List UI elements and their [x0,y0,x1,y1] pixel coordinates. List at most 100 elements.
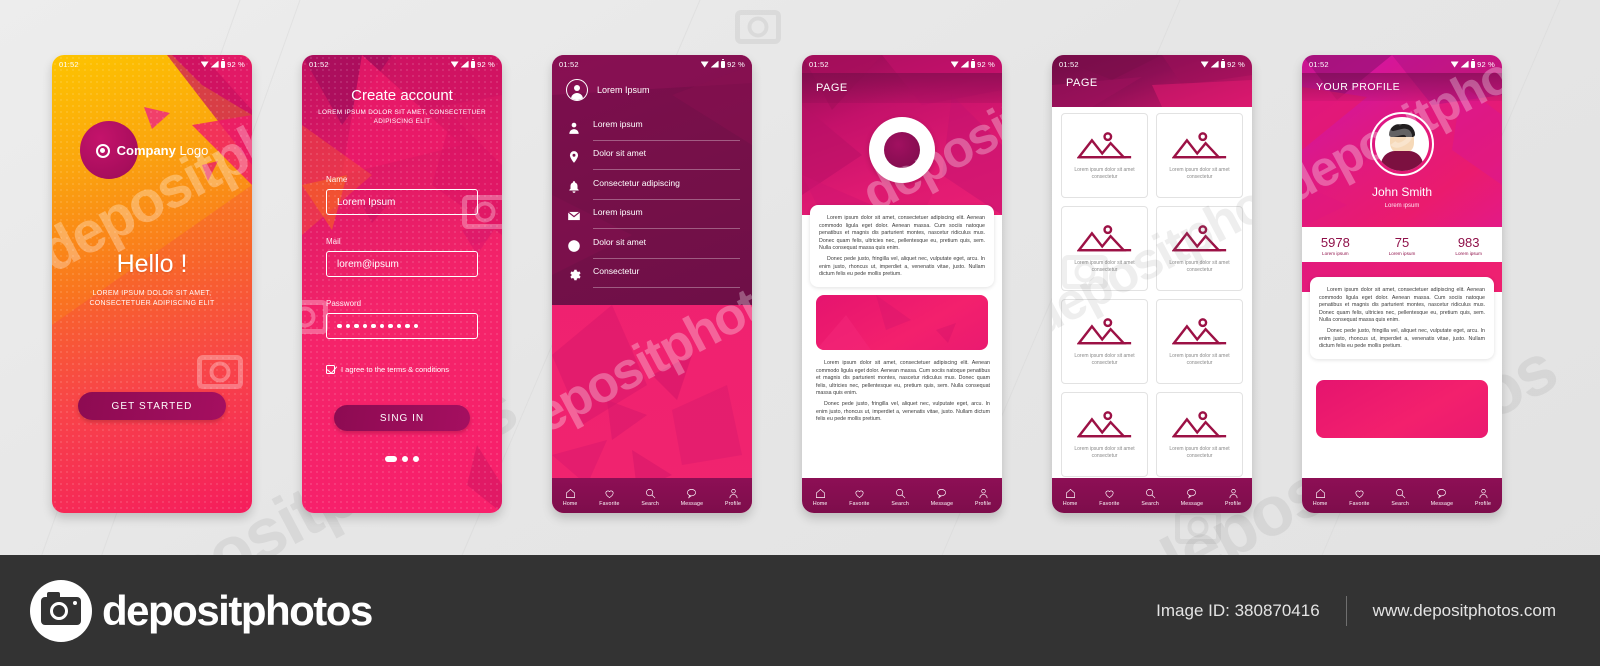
terms-checkbox-row[interactable]: I agree to the terms & conditions [326,365,449,374]
page-indicator[interactable] [302,456,502,462]
mountain-image-icon [1171,317,1226,344]
bottom-navigation[interactable]: Home Favorite Search Message Profile [802,478,1002,513]
signal-icon [460,60,469,68]
envelope-icon [566,209,581,224]
nav-item-favorite[interactable]: Favorite [599,488,619,507]
password-masked-value [337,323,418,329]
grid-card[interactable]: Lorem ipsum dolor sit amet consectetur [1061,206,1148,291]
article-paragraph-1: Lorem ipsum dolor sit amet, consectetuer… [819,215,985,252]
nav-label: Favorite [1099,500,1120,507]
nav-item-home[interactable]: Home [1063,488,1078,507]
article-avatar-circle [869,117,935,183]
nav-item-home[interactable]: Home [1313,488,1328,507]
page-title: YOUR PROFILE [1316,81,1401,93]
get-started-button[interactable]: GET STARTED [78,392,226,420]
article-image-placeholder[interactable] [816,295,988,350]
phone-screen-create-account: 01:52 92 % Create account Lorem ipsum do… [302,55,502,513]
bottom-navigation[interactable]: Home Favorite Search Message Profile [1302,478,1502,513]
page-dot-active[interactable] [385,456,397,462]
gear-icon [566,268,581,283]
status-bar: 01:52 92 % [1302,55,1502,73]
mountain-image-icon [1171,131,1226,158]
image-id: Image ID: 380870416 [1156,600,1320,620]
page-dot[interactable] [402,456,408,462]
bottom-navigation[interactable]: Home Favorite Search Message Profile [1052,478,1252,513]
stat-label: Lorem ipsum [1322,250,1349,256]
wifi-icon [1450,61,1459,68]
logo-text: Company Logo [117,143,209,158]
battery-icon [470,59,476,68]
profile-name: John Smith [1371,185,1433,199]
menu-item-location[interactable]: Dolor sit amet [552,143,752,173]
menu-item-globe[interactable]: Dolor sit amet [552,231,752,261]
page-dot[interactable] [413,456,419,462]
status-bar: 01:52 92 % [1052,55,1252,73]
grid-card-text: Lorem ipsum dolor sit amet consectetur [1169,352,1230,366]
grid-card[interactable]: Lorem ipsum dolor sit amet consectetur [1061,392,1148,477]
battery-level: 92 % [477,59,495,69]
splash-heading: Hello ! [116,250,188,278]
nav-label: Search [891,500,909,507]
nav-item-search[interactable]: Search [1141,488,1159,507]
nav-label: Favorite [599,500,620,507]
battery-level: 92 % [227,59,245,69]
nav-item-search[interactable]: Search [1391,488,1409,507]
profile-avatar[interactable] [1370,112,1434,176]
grid-card[interactable]: Lorem ipsum dolor sit amet consectetur [1156,299,1243,384]
article-text-card: Lorem ipsum dolor sit amet, consectetuer… [810,205,994,287]
mountain-image-icon [1171,410,1226,437]
name-field-label: Name [326,175,348,184]
menu-item-user[interactable]: Lorem ipsum [552,113,752,143]
heart-icon [855,490,864,498]
nav-item-search[interactable]: Search [891,488,909,507]
nav-item-message[interactable]: Message [1181,488,1203,507]
avatar-illustration [1375,117,1429,171]
grid-card[interactable]: Lorem ipsum dolor sit amet consectetur [1156,113,1243,198]
password-input[interactable] [326,313,478,339]
nav-label: Favorite [1349,500,1370,507]
wifi-icon [950,61,959,68]
menu-user-header[interactable]: Lorem Ipsum [566,79,650,101]
nav-label: Home [562,500,578,507]
sign-in-button[interactable]: SING IN [334,405,470,431]
nav-item-message[interactable]: Message [931,488,953,507]
nav-item-search[interactable]: Search [641,488,659,507]
bottom-navigation[interactable]: Home Favorite Search Message Profile [552,478,752,513]
status-bar: 01:52 92 % [302,55,502,73]
chat-bubble-icon [1187,488,1197,498]
grid-card[interactable]: Lorem ipsum dolor sit amet consectetur [1061,113,1148,198]
nav-item-favorite[interactable]: Favorite [849,488,869,507]
name-input[interactable]: Lorem Ipsum [326,189,478,215]
nav-label: Home [1062,500,1078,507]
nav-item-home[interactable]: Home [813,488,828,507]
stat-item[interactable]: 983 Lorem ipsum [1435,235,1502,256]
home-icon [565,488,575,498]
nav-item-profile[interactable]: Profile [975,488,991,507]
nav-label: Search [1391,500,1409,507]
mail-input[interactable]: lorem@ipsum [326,251,478,277]
battery-icon [220,59,226,68]
nav-item-profile[interactable]: Profile [725,488,741,507]
menu-item-settings[interactable]: Consectetur [552,261,752,291]
nav-item-message[interactable]: Message [1431,488,1453,507]
splash-subtitle: Lorem ipsum dolor sit amet, consectetuer… [89,290,215,307]
phone-screen-profile: 01:52 92 % YOUR PROFILE John Smith Lorem… [1302,55,1502,513]
nav-item-message[interactable]: Message [681,488,703,507]
nav-item-profile[interactable]: Profile [1475,488,1491,507]
website-url[interactable]: www.depositphotos.com [1373,601,1556,621]
grid-card[interactable]: Lorem ipsum dolor sit amet consectetur [1156,206,1243,291]
mountain-image-icon [1076,410,1131,437]
nav-item-home[interactable]: Home [563,488,578,507]
nav-item-favorite[interactable]: Favorite [1099,488,1119,507]
menu-item-notifications[interactable]: Consectetur adipiscing [552,172,752,202]
grid-card[interactable]: Lorem ipsum dolor sit amet consectetur [1061,299,1148,384]
profile-image-placeholder[interactable] [1316,380,1488,438]
grid-card[interactable]: Lorem ipsum dolor sit amet consectetur [1156,392,1243,477]
nav-item-profile[interactable]: Profile [1225,488,1241,507]
stat-item[interactable]: 75 Lorem ipsum [1369,235,1436,256]
nav-item-favorite[interactable]: Favorite [1349,488,1369,507]
terms-checkbox[interactable] [326,365,335,374]
stat-item[interactable]: 5978 Lorem ipsum [1302,235,1369,256]
nav-label: Message [1430,500,1454,507]
menu-item-mail[interactable]: Lorem ipsum [552,202,752,232]
